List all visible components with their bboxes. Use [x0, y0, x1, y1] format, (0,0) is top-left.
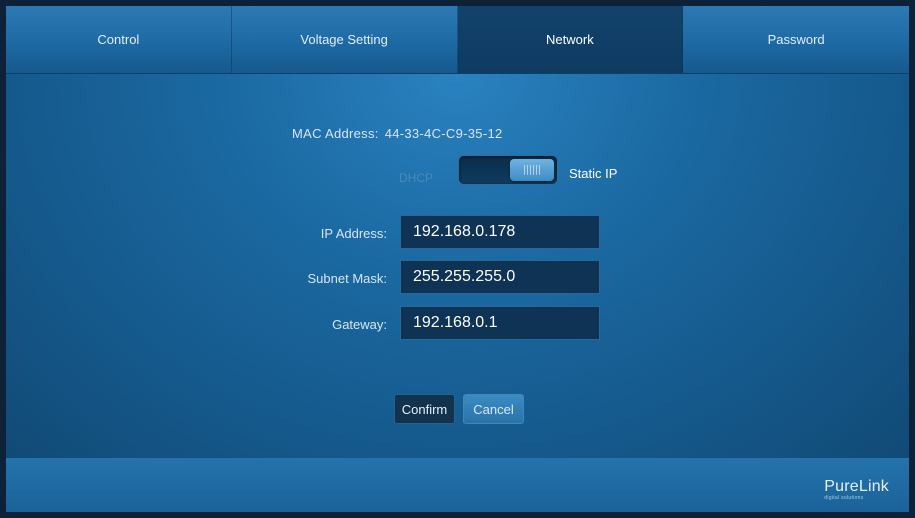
gateway-field[interactable]: 192.168.0.1	[400, 306, 600, 340]
ip-address-label: IP Address:	[320, 226, 387, 241]
tab-voltage-setting[interactable]: Voltage Setting	[232, 6, 458, 73]
dhcp-static-toggle[interactable]	[459, 156, 557, 184]
tab-control[interactable]: Control	[6, 6, 232, 73]
footer-bar: PureLink digital solutions	[6, 458, 909, 512]
confirm-button[interactable]: Confirm	[394, 394, 455, 424]
dhcp-label: DHCP	[399, 171, 434, 185]
cancel-button[interactable]: Cancel	[463, 394, 524, 424]
mac-address-label: MAC Address:	[292, 126, 379, 141]
mac-address-row: MAC Address: 44-33-4C-C9-35-12	[292, 126, 503, 141]
ip-address-field[interactable]: 192.168.0.178	[400, 215, 600, 249]
tab-password[interactable]: Password	[683, 6, 909, 73]
tab-bar: Control Voltage Setting Network Password	[6, 6, 909, 74]
subnet-mask-field[interactable]: 255.255.255.0	[400, 260, 600, 294]
toggle-knob[interactable]	[510, 159, 554, 181]
static-ip-label: Static IP	[569, 166, 618, 181]
brand-name: PureLink	[824, 478, 889, 495]
mac-address-value: 44-33-4C-C9-35-12	[384, 126, 503, 141]
gateway-label: Gateway:	[332, 317, 387, 332]
app-window: Control Voltage Setting Network Password…	[6, 6, 909, 512]
purelink-logo: PureLink digital solutions	[824, 478, 889, 501]
subnet-mask-label: Subnet Mask:	[307, 271, 388, 286]
network-panel: MAC Address: 44-33-4C-C9-35-12 DHCP Stati…	[6, 74, 909, 458]
tab-network[interactable]: Network	[457, 6, 684, 73]
